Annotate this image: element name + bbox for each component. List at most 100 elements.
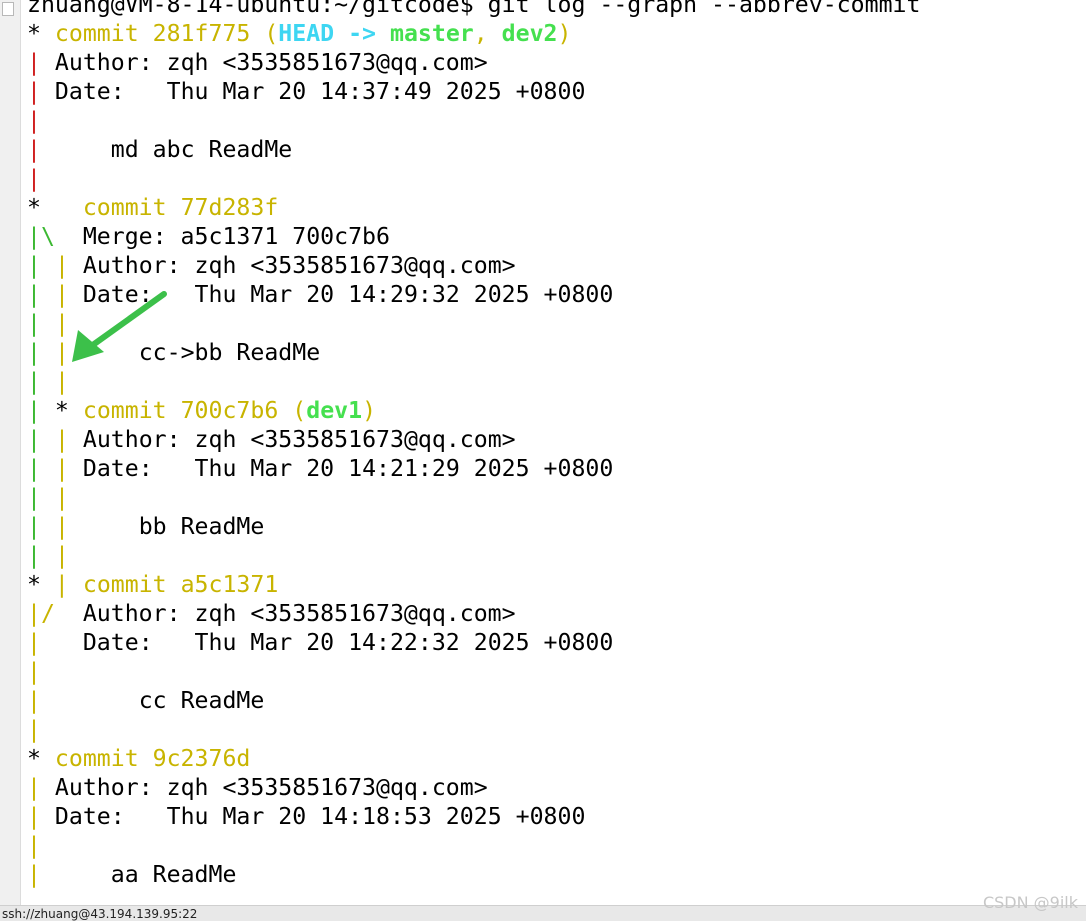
terminal-text: | [27,803,41,830]
terminal-line: | | Date: Thu Mar 20 14:21:29 2025 +0800 [27,454,920,483]
terminal-text: Date: Thu Mar 20 14:18:53 2025 +0800 [40,803,586,830]
terminal-text: md abc ReadMe [40,136,293,163]
terminal-text: | [27,687,41,714]
terminal-text: | [54,484,69,511]
terminal-text: | [27,397,41,424]
terminal-text: zhuang@VM-8-14-ubuntu:~/gitcode$ git log… [27,0,921,18]
terminal-line: * commit 77d283f [27,193,920,222]
terminal-line: | | [27,367,920,396]
terminal-output: zhuang@VM-8-14-ubuntu:~/gitcode$ git log… [27,0,920,889]
terminal-text: ) [362,397,377,424]
terminal-text: HEAD -> [278,20,390,47]
terminal-text: ) [557,20,572,47]
terminal-line: | [27,657,920,686]
terminal-text: | [27,136,41,163]
terminal-text: | [27,484,41,511]
terminal-text: |/ [27,600,55,627]
terminal-text: | [27,49,41,76]
terminal-text: |\ [27,223,55,250]
terminal-text: | [54,368,69,395]
terminal-text: | [54,252,69,279]
terminal-text: commit 9c2376d [54,745,251,772]
terminal-text: commit 281f775 ( [54,20,279,47]
terminal-text: | [27,107,41,134]
terminal-text: Date: Thu Mar 20 14:22:32 2025 +0800 [40,629,614,656]
terminal-line: |\ Merge: a5c1371 700c7b6 [27,222,920,251]
terminal-text: | [27,281,41,308]
terminal-line: |/ Author: zqh <3535851673@qq.com> [27,599,920,628]
terminal-text: | [27,832,41,859]
terminal-line: | Author: zqh <3535851673@qq.com> [27,773,920,802]
terminal-line: | [27,715,920,744]
terminal-text: * [27,20,55,47]
terminal-text: master [389,20,474,47]
terminal-text: Date: Thu Mar 20 14:21:29 2025 +0800 [68,455,614,482]
terminal-text: | [27,861,41,888]
arrow-icon [72,291,167,362]
status-bar: ssh://zhuang@43.194.139.95:22 [0,905,1086,921]
terminal-text: | [27,310,41,337]
terminal-text: | [54,426,69,453]
terminal-text: Author: zqh <3535851673@qq.com> [68,252,516,279]
left-gutter [0,0,21,905]
terminal-line: zhuang@VM-8-14-ubuntu:~/gitcode$ git log… [27,0,920,19]
terminal-line: | Date: Thu Mar 20 14:22:32 2025 +0800 [27,628,920,657]
terminal-line: | [27,164,920,193]
terminal-text: Merge: a5c1371 700c7b6 [54,223,390,250]
terminal-text: | [27,658,41,685]
terminal-text: | [54,571,69,598]
terminal-line: | | bb ReadMe [27,512,920,541]
terminal-text: | [54,513,69,540]
terminal-text: | [27,629,41,656]
terminal-text: | [27,455,41,482]
terminal-text: Date: Thu Mar 20 14:37:49 2025 +0800 [40,78,586,105]
terminal-text: commit a5c1371 [82,571,279,598]
terminal-text: * [40,397,83,424]
terminal-line: | aa ReadMe [27,860,920,889]
terminal-line: * commit 9c2376d [27,744,920,773]
terminal-text: * [27,571,55,598]
terminal-line: | | [27,483,920,512]
gutter-marker [2,2,14,16]
terminal-text: | [27,426,41,453]
terminal-line: | cc ReadMe [27,686,920,715]
status-bar-text: ssh://zhuang@43.194.139.95:22 [2,907,198,921]
terminal-text: | [27,542,41,569]
terminal-text: | [27,339,41,366]
watermark: CSDN @9ilk [982,893,1078,912]
terminal-text: dev2 [501,20,558,47]
terminal-text: | [54,455,69,482]
terminal-line: | Date: Thu Mar 20 14:18:53 2025 +0800 [27,802,920,831]
terminal-text: * [27,194,83,221]
terminal-text: Author: zqh <3535851673@qq.com> [40,49,488,76]
terminal-text: | [27,513,41,540]
terminal-line: * | commit a5c1371 [27,570,920,599]
terminal-text: bb ReadMe [68,513,265,540]
terminal-line: | [27,831,920,860]
terminal-line: | md abc ReadMe [27,135,920,164]
terminal-text: dev1 [306,397,363,424]
terminal-line: | * commit 700c7b6 (dev1) [27,396,920,425]
terminal-text: Author: zqh <3535851673@qq.com> [54,600,516,627]
terminal-line: | Date: Thu Mar 20 14:37:49 2025 +0800 [27,77,920,106]
terminal-line: * commit 281f775 (HEAD -> master, dev2) [27,19,920,48]
terminal-text: | [27,716,41,743]
terminal-line: | | Author: zqh <3535851673@qq.com> [27,425,920,454]
terminal-text: Author: zqh <3535851673@qq.com> [40,774,488,801]
terminal-text: | [27,774,41,801]
terminal-line: | [27,106,920,135]
terminal-line: | | Author: zqh <3535851673@qq.com> [27,251,920,280]
terminal-line: | Author: zqh <3535851673@qq.com> [27,48,920,77]
terminal-text: * [27,745,55,772]
